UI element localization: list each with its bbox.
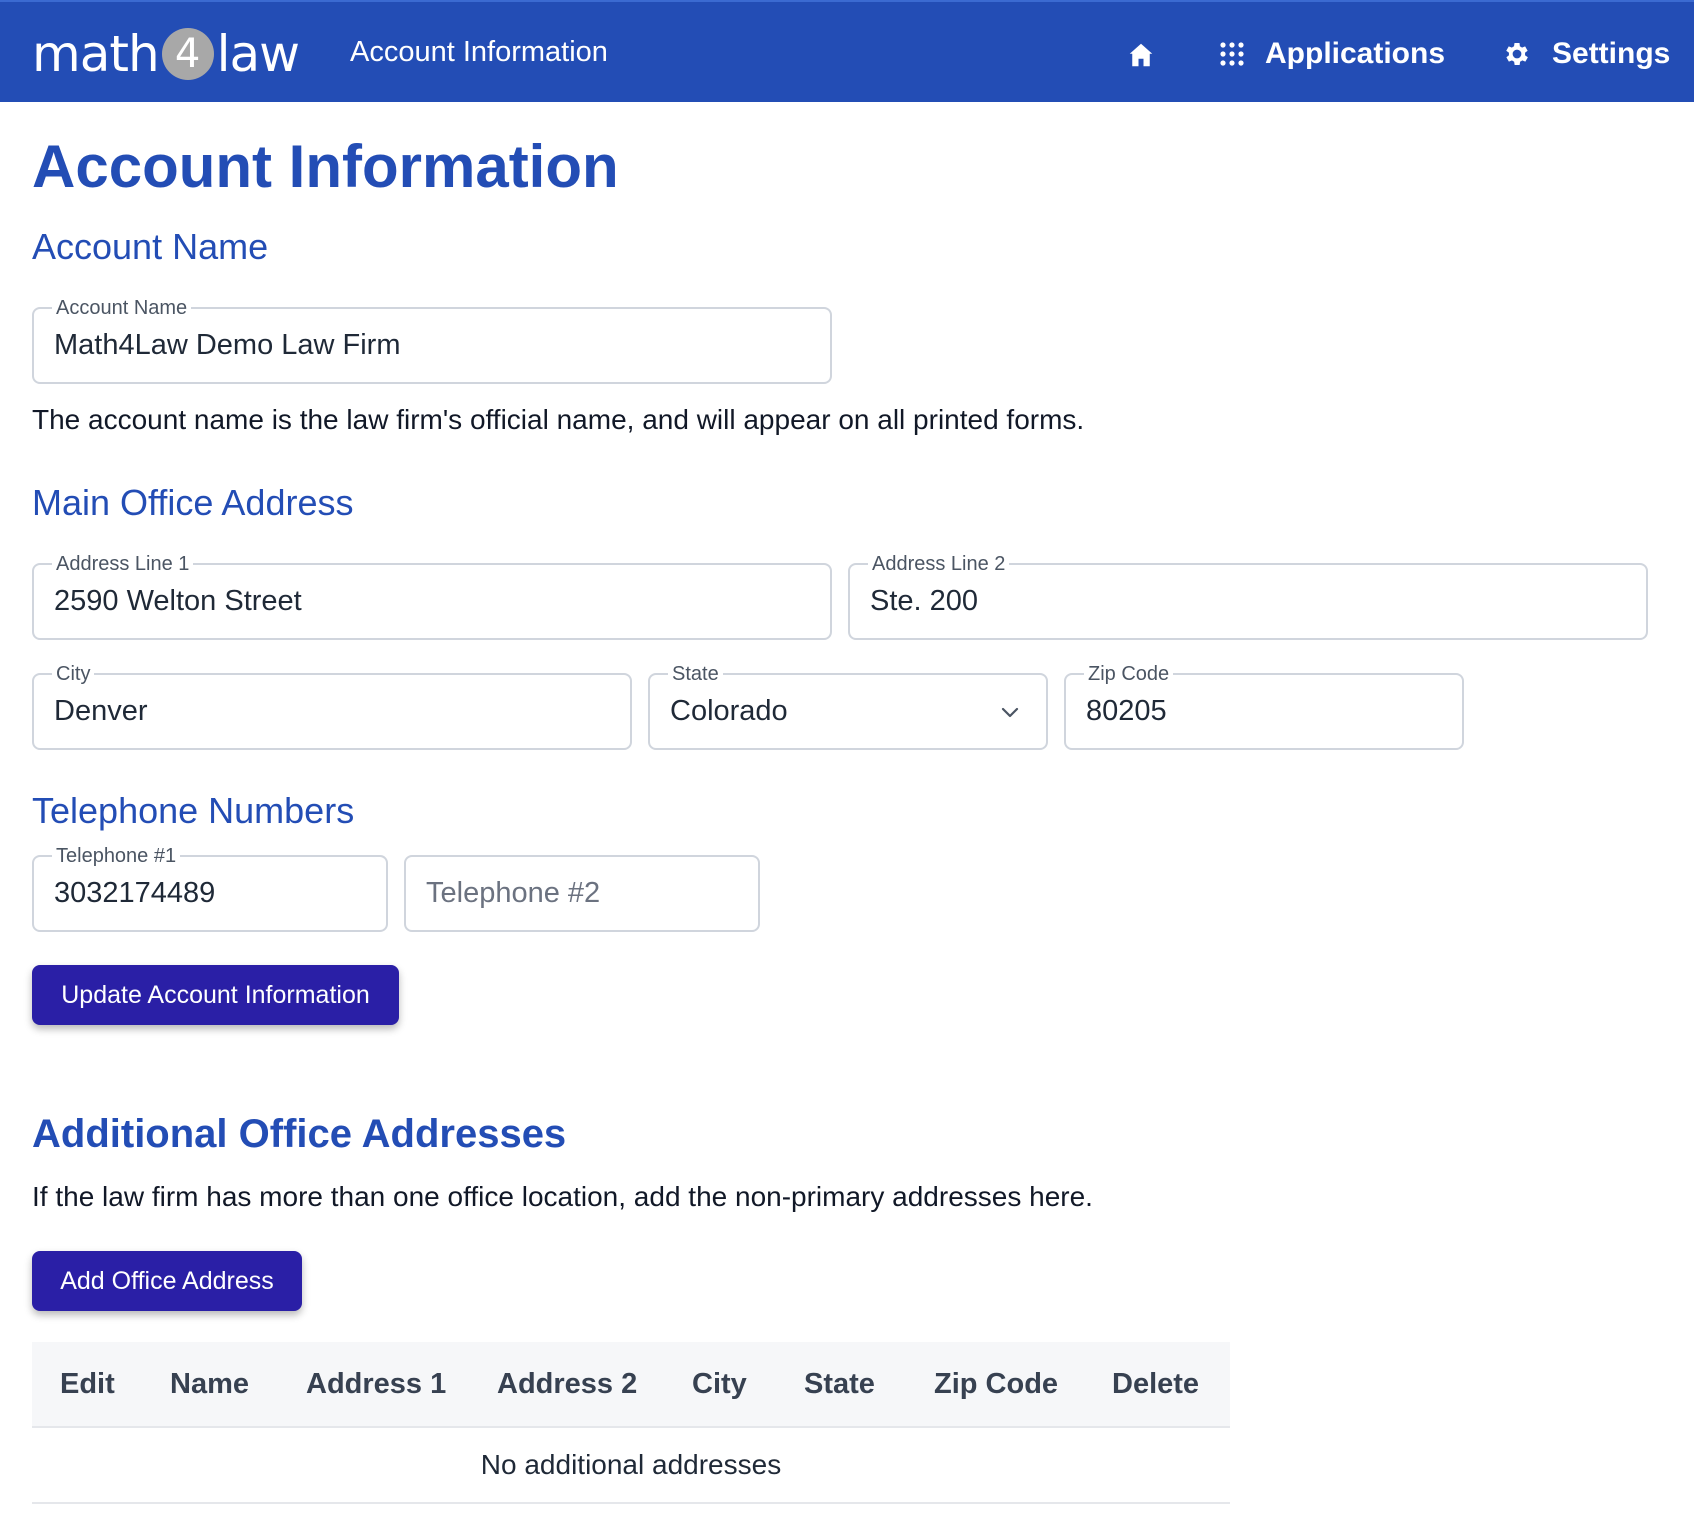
page-title: Account Information xyxy=(32,133,619,200)
column-header-state[interactable]: State xyxy=(804,1342,875,1426)
additional-addresses-help-text: If the law firm has more than one office… xyxy=(32,1181,1093,1212)
account-name-value: Math4Law Demo Law Firm xyxy=(54,329,401,361)
column-header-address-2[interactable]: Address 2 xyxy=(497,1342,637,1426)
account-name-heading: Account Name xyxy=(32,226,269,267)
address-line-2-value: Ste. 200 xyxy=(870,585,979,617)
zip-code-field[interactable]: Zip Code 80205 xyxy=(1064,662,1464,750)
telephone-numbers-heading: Telephone Numbers xyxy=(32,790,355,831)
top-navigation-bar: math 4 law Account Information Applicati… xyxy=(0,0,1694,102)
column-header-city[interactable]: City xyxy=(692,1342,747,1426)
address-line-1-field[interactable]: Address Line 1 2590 Welton Street xyxy=(32,552,832,640)
column-header-name[interactable]: Name xyxy=(170,1342,249,1426)
math4law-logo[interactable]: math 4 law xyxy=(32,25,300,83)
column-header-edit[interactable]: Edit xyxy=(60,1342,115,1426)
telephone-1-field[interactable]: Telephone #1 3032174489 xyxy=(32,844,388,932)
city-field[interactable]: City Denver xyxy=(32,662,632,750)
city-value: Denver xyxy=(54,695,148,727)
add-office-address-button[interactable]: Add Office Address xyxy=(32,1251,302,1311)
state-value: Colorado xyxy=(670,695,788,727)
account-name-field[interactable]: Account Name Math4Law Demo Law Firm xyxy=(32,296,832,384)
empty-table-message: No additional addresses xyxy=(480,1449,782,1480)
column-header-address-1[interactable]: Address 1 xyxy=(306,1342,446,1426)
logo-digit-badge: 4 xyxy=(161,28,214,80)
telephone-1-value: 3032174489 xyxy=(54,877,216,909)
column-header-zip-code[interactable]: Zip Code xyxy=(934,1342,1058,1426)
account-name-help-text: The account name is the law firm's offic… xyxy=(32,404,1085,435)
settings-menu-button[interactable]: Settings xyxy=(1502,32,1670,76)
additional-addresses-table: Edit Name Address 1 Address 2 City State… xyxy=(32,1342,1230,1504)
home-icon[interactable] xyxy=(1126,40,1156,70)
telephone-2-field[interactable]: Telephone #2 xyxy=(404,855,760,932)
applications-label: Applications xyxy=(1265,37,1446,70)
table-header-row: Edit Name Address 1 Address 2 City State… xyxy=(32,1342,1230,1428)
table-row: No additional addresses xyxy=(32,1428,1230,1504)
logo-text-right: law xyxy=(216,25,300,83)
additional-office-addresses-heading: Additional Office Addresses xyxy=(32,1112,567,1156)
settings-label: Settings xyxy=(1552,37,1671,70)
gear-icon xyxy=(1506,43,1528,65)
state-select[interactable]: State Colorado xyxy=(648,662,1048,750)
chevron-down-icon xyxy=(1001,707,1019,718)
address-line-1-value: 2590 Welton Street xyxy=(54,585,302,617)
nav-page-title[interactable]: Account Information xyxy=(350,36,608,69)
address-line-2-field[interactable]: Address Line 2 Ste. 200 xyxy=(848,552,1648,640)
main-office-address-heading: Main Office Address xyxy=(32,482,354,523)
apps-grid-icon xyxy=(1220,42,1244,66)
telephone-2-placeholder: Telephone #2 xyxy=(426,877,601,909)
logo-text-left: math xyxy=(32,25,160,83)
applications-menu-button[interactable]: Applications xyxy=(1219,32,1445,76)
zip-code-value: 80205 xyxy=(1086,695,1167,727)
update-account-information-button[interactable]: Update Account Information xyxy=(32,965,399,1025)
column-header-delete[interactable]: Delete xyxy=(1112,1342,1199,1426)
